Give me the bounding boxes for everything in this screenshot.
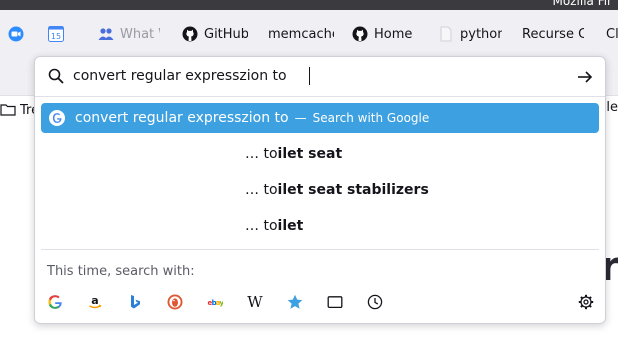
result-action: Search with Google [312, 111, 430, 125]
bookmark-home[interactable]: Home [352, 24, 414, 44]
google-icon [48, 295, 62, 309]
engine-bookmarks-button[interactable] [283, 291, 307, 313]
engine-google-button[interactable] [43, 291, 67, 313]
folder-icon [0, 104, 16, 116]
calendar-badge: 15 [51, 32, 61, 41]
bookmarks-toolbar: 15 What W GitHub memcache Home python Re… [0, 10, 618, 56]
result-separator: — [294, 111, 307, 125]
engine-ebay-button[interactable]: e b a y [203, 291, 227, 313]
wikipedia-icon: W [247, 293, 263, 311]
zoom-icon [8, 26, 24, 42]
bookmark-recurse[interactable]: Recurse C [522, 24, 584, 44]
engine-tabs-button[interactable] [323, 291, 347, 313]
suggestion-item[interactable]: … to ilet seat [245, 142, 342, 166]
bookmark-label: Recurse C [522, 26, 584, 42]
search-settings-button[interactable] [575, 291, 597, 313]
engine-history-button[interactable] [363, 291, 387, 313]
bookmark-label: GitHub [204, 26, 248, 42]
window-titlebar: Mozilla Fir [0, 0, 618, 10]
amazon-icon: a [89, 294, 102, 309]
ebay-icon: e b a y [208, 299, 224, 307]
bookmark-label: Cl [606, 26, 618, 42]
bookmark-label: python [460, 26, 502, 42]
google-icon [49, 110, 65, 126]
bookmark-cl[interactable]: Cl [606, 24, 618, 44]
bookmark-github[interactable]: GitHub [182, 24, 248, 44]
suggestion-prefix: … to [245, 218, 278, 234]
engine-amazon-button[interactable]: a [83, 291, 107, 313]
suggestion-prefix: … to [245, 182, 278, 198]
suggestion-completion: ilet seat [277, 146, 343, 162]
text-caret [309, 67, 310, 85]
duckduckgo-icon [167, 294, 183, 310]
result-search-with-google[interactable]: convert regular expresszion to — Search … [41, 103, 599, 133]
window-title: Mozilla Fir [552, 0, 612, 8]
gear-icon [578, 294, 594, 310]
oneoff-label: This time, search with: [47, 264, 195, 279]
tabs-icon [327, 296, 343, 309]
bookmark-label: memcache [268, 26, 334, 42]
urlbar-popup: convert regular expresszion to — Search … [34, 56, 606, 324]
search-icon [48, 68, 64, 84]
history-icon [367, 294, 383, 310]
bookmark-label: Home [374, 26, 413, 42]
urlbar-input[interactable] [73, 64, 553, 88]
bookmark-label: What W [120, 26, 160, 42]
svg-text:y: y [219, 299, 223, 307]
github-icon [352, 26, 368, 42]
engine-bing-button[interactable] [123, 291, 147, 313]
bookmark-what[interactable]: What W [98, 24, 160, 44]
bookmarks-star-icon [287, 294, 303, 309]
urlbar [35, 57, 605, 97]
result-query: convert regular expresszion to [75, 110, 289, 126]
arrow-right-icon[interactable] [575, 67, 595, 87]
engine-wikipedia-button[interactable]: W [243, 291, 267, 313]
people-icon [98, 28, 114, 40]
svg-text:a: a [91, 294, 98, 307]
bookmark-python[interactable]: python [438, 24, 502, 44]
suggestion-completion: ilet [277, 218, 304, 234]
bing-icon [131, 295, 140, 309]
suggestion-item[interactable]: … to ilet seat stabilizers [245, 178, 429, 202]
engine-duckduckgo-button[interactable] [163, 291, 187, 313]
bookmark-zoom[interactable] [8, 24, 24, 44]
github-icon [182, 26, 198, 42]
page-icon [440, 26, 452, 42]
bookmark-calendar[interactable]: 15 [48, 24, 64, 44]
bookmark-memcache[interactable]: memcache [268, 24, 334, 44]
oneoff-divider [41, 249, 599, 250]
suggestion-item[interactable]: … to ilet [245, 214, 303, 238]
suggestion-prefix: … to [245, 146, 278, 162]
calendar-icon: 15 [48, 26, 64, 42]
suggestion-completion: ilet seat stabilizers [277, 182, 429, 198]
